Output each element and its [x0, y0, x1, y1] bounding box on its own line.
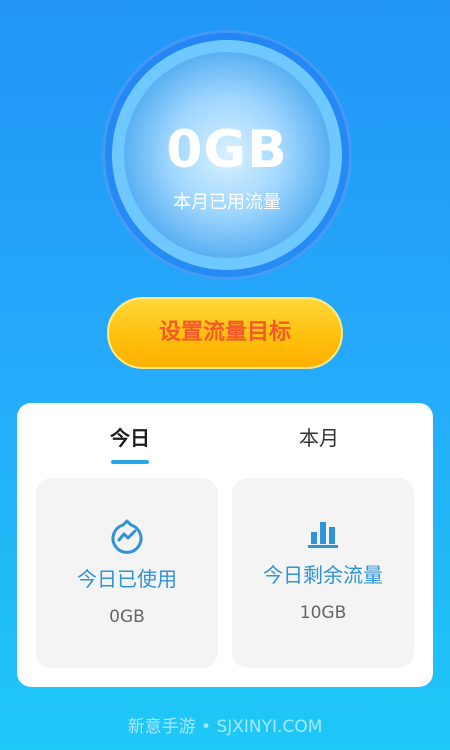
data-usage-icon [111, 519, 143, 554]
today-used-value: 0GB [109, 607, 145, 627]
today-used-panel: 今日已使用 0GB [36, 478, 218, 668]
today-used-title: 今日已使用 [77, 567, 177, 591]
usage-gauge-center: 0GB 本月已用流量 [124, 52, 330, 258]
tab-month[interactable]: 本月 [259, 425, 379, 451]
usage-card: 今日 本月 今日已使用 0GB 今日剩余流量 10GB [17, 403, 433, 687]
today-remaining-title: 今日剩余流量 [263, 563, 383, 587]
monthly-usage-value: 0GB [166, 120, 288, 180]
tab-today[interactable]: 今日 [70, 425, 190, 451]
active-tab-indicator [111, 460, 149, 464]
today-remaining-panel: 今日剩余流量 10GB [232, 478, 414, 668]
usage-gauge-ring: 0GB 本月已用流量 [112, 40, 342, 270]
site-watermark: 新意手游 • SJXINYI.COM [127, 717, 323, 737]
set-data-target-button[interactable]: 设置流量目标 [107, 297, 343, 369]
usage-gauge: 0GB 本月已用流量 [102, 30, 352, 280]
today-remaining-value: 10GB [299, 603, 347, 623]
monthly-usage-label: 本月已用流量 [173, 192, 281, 213]
bar-chart-icon [308, 522, 338, 548]
